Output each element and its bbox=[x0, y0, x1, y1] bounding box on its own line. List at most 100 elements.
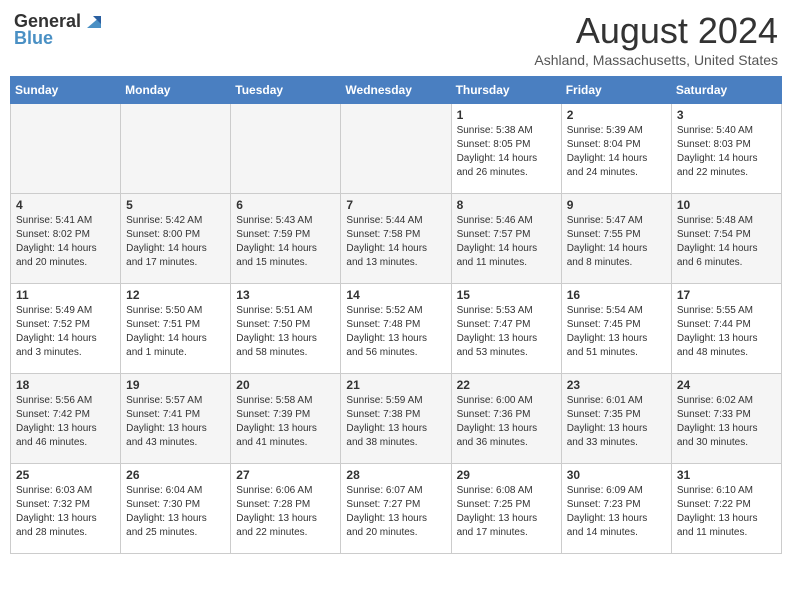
calendar-cell: 4Sunrise: 5:41 AMSunset: 8:02 PMDaylight… bbox=[11, 194, 121, 284]
day-number: 29 bbox=[457, 468, 556, 482]
calendar-cell: 29 Sunrise: 6:08 AMSunset: 7:25 PMDayligh… bbox=[451, 464, 561, 554]
page-header: General Blue August 2024 Ashland, Massac… bbox=[10, 10, 782, 68]
calendar-cell bbox=[11, 104, 121, 194]
day-info: Sunrise: 5:44 AMSunset: 7:58 PMDaylight:… bbox=[346, 214, 445, 270]
calendar-cell: 15 Sunrise: 5:53 AMSunset: 7:47 PMDayligh… bbox=[451, 284, 561, 374]
day-info: Sunrise: 5:53 AMSunset: 7:47 PMDaylight:… bbox=[457, 304, 556, 360]
day-info: Sunrise: 5:58 AMSunset: 7:39 PMDaylight:… bbox=[236, 394, 335, 450]
day-info: Sunrise: 6:07 AMSunset: 7:27 PMDaylight:… bbox=[346, 484, 445, 540]
calendar-cell: 24Sunrise: 6:02 AMSunset: 7:33 PMDayligh… bbox=[671, 374, 781, 464]
day-info: Sunrise: 6:09 AMSunset: 7:23 PMDaylight:… bbox=[567, 484, 666, 540]
logo-icon bbox=[83, 10, 105, 32]
day-info: Sunrise: 5:46 AMSunset: 7:57 PMDaylight:… bbox=[457, 214, 556, 270]
day-info: Sunrise: 5:38 AMSunset: 8:05 PMDaylight:… bbox=[457, 124, 556, 180]
day-info: Sunrise: 5:41 AMSunset: 8:02 PMDaylight:… bbox=[16, 214, 115, 270]
day-number: 17 bbox=[677, 288, 776, 302]
calendar-cell: 8 Sunrise: 5:46 AMSunset: 7:57 PMDaylight… bbox=[451, 194, 561, 284]
weekday-header-wednesday: Wednesday bbox=[341, 77, 451, 104]
day-number: 15 bbox=[457, 288, 556, 302]
calendar-cell: 25Sunrise: 6:03 AMSunset: 7:32 PMDayligh… bbox=[11, 464, 121, 554]
calendar-cell: 2 Sunrise: 5:39 AMSunset: 8:04 PMDaylight… bbox=[561, 104, 671, 194]
weekday-header-tuesday: Tuesday bbox=[231, 77, 341, 104]
day-info: Sunrise: 5:42 AMSunset: 8:00 PMDaylight:… bbox=[126, 214, 225, 270]
day-number: 22 bbox=[457, 378, 556, 392]
day-info: Sunrise: 6:06 AMSunset: 7:28 PMDaylight:… bbox=[236, 484, 335, 540]
day-number: 26 bbox=[126, 468, 225, 482]
weekday-header-saturday: Saturday bbox=[671, 77, 781, 104]
calendar-cell: 19 Sunrise: 5:57 AMSunset: 7:41 PMDayligh… bbox=[121, 374, 231, 464]
weekday-header-thursday: Thursday bbox=[451, 77, 561, 104]
calendar-cell: 1Sunrise: 5:38 AMSunset: 8:05 PMDaylight… bbox=[451, 104, 561, 194]
day-info: Sunrise: 5:51 AMSunset: 7:50 PMDaylight:… bbox=[236, 304, 335, 360]
calendar-table: SundayMondayTuesdayWednesdayThursdayFrid… bbox=[10, 76, 782, 554]
calendar-cell: 16 Sunrise: 5:54 AMSunset: 7:45 PMDayligh… bbox=[561, 284, 671, 374]
day-info: Sunrise: 5:59 AMSunset: 7:38 PMDaylight:… bbox=[346, 394, 445, 450]
day-info: Sunrise: 5:52 AMSunset: 7:48 PMDaylight:… bbox=[346, 304, 445, 360]
day-number: 7 bbox=[346, 198, 445, 212]
day-number: 13 bbox=[236, 288, 335, 302]
day-info: Sunrise: 6:10 AMSunset: 7:22 PMDaylight:… bbox=[677, 484, 776, 540]
day-number: 2 bbox=[567, 108, 666, 122]
title-area: August 2024 Ashland, Massachusetts, Unit… bbox=[534, 10, 778, 68]
day-number: 28 bbox=[346, 468, 445, 482]
day-info: Sunrise: 5:56 AMSunset: 7:42 PMDaylight:… bbox=[16, 394, 115, 450]
calendar-week-row: 25Sunrise: 6:03 AMSunset: 7:32 PMDayligh… bbox=[11, 464, 782, 554]
day-info: Sunrise: 5:39 AMSunset: 8:04 PMDaylight:… bbox=[567, 124, 666, 180]
calendar-cell: 6Sunrise: 5:43 AMSunset: 7:59 PMDaylight… bbox=[231, 194, 341, 284]
calendar-cell: 12 Sunrise: 5:50 AMSunset: 7:51 PMDayligh… bbox=[121, 284, 231, 374]
day-number: 23 bbox=[567, 378, 666, 392]
day-info: Sunrise: 5:50 AMSunset: 7:51 PMDaylight:… bbox=[126, 304, 225, 360]
weekday-header-row: SundayMondayTuesdayWednesdayThursdayFrid… bbox=[11, 77, 782, 104]
day-info: Sunrise: 6:01 AMSunset: 7:35 PMDaylight:… bbox=[567, 394, 666, 450]
calendar-cell: 23 Sunrise: 6:01 AMSunset: 7:35 PMDayligh… bbox=[561, 374, 671, 464]
calendar-cell: 18 Sunrise: 5:56 AMSunset: 7:42 PMDayligh… bbox=[11, 374, 121, 464]
weekday-header-monday: Monday bbox=[121, 77, 231, 104]
day-info: Sunrise: 6:04 AMSunset: 7:30 PMDaylight:… bbox=[126, 484, 225, 540]
day-number: 5 bbox=[126, 198, 225, 212]
calendar-cell bbox=[231, 104, 341, 194]
day-number: 30 bbox=[567, 468, 666, 482]
calendar-cell: 31 Sunrise: 6:10 AMSunset: 7:22 PMDayligh… bbox=[671, 464, 781, 554]
calendar-cell: 22Sunrise: 6:00 AMSunset: 7:36 PMDayligh… bbox=[451, 374, 561, 464]
day-number: 31 bbox=[677, 468, 776, 482]
day-number: 27 bbox=[236, 468, 335, 482]
day-number: 3 bbox=[677, 108, 776, 122]
logo-blue-text: Blue bbox=[14, 28, 53, 49]
calendar-cell: 26 Sunrise: 6:04 AMSunset: 7:30 PMDayligh… bbox=[121, 464, 231, 554]
calendar-cell: 28 Sunrise: 6:07 AMSunset: 7:27 PMDayligh… bbox=[341, 464, 451, 554]
calendar-cell: 27 Sunrise: 6:06 AMSunset: 7:28 PMDayligh… bbox=[231, 464, 341, 554]
day-number: 24 bbox=[677, 378, 776, 392]
day-info: Sunrise: 5:47 AMSunset: 7:55 PMDaylight:… bbox=[567, 214, 666, 270]
day-number: 9 bbox=[567, 198, 666, 212]
day-number: 21 bbox=[346, 378, 445, 392]
day-info: Sunrise: 5:54 AMSunset: 7:45 PMDaylight:… bbox=[567, 304, 666, 360]
calendar-week-row: 4Sunrise: 5:41 AMSunset: 8:02 PMDaylight… bbox=[11, 194, 782, 284]
calendar-cell bbox=[341, 104, 451, 194]
day-info: Sunrise: 6:08 AMSunset: 7:25 PMDaylight:… bbox=[457, 484, 556, 540]
calendar-cell: 3 Sunrise: 5:40 AMSunset: 8:03 PMDaylight… bbox=[671, 104, 781, 194]
day-number: 18 bbox=[16, 378, 115, 392]
day-number: 11 bbox=[16, 288, 115, 302]
day-info: Sunrise: 5:40 AMSunset: 8:03 PMDaylight:… bbox=[677, 124, 776, 180]
calendar-cell: 17 Sunrise: 5:55 AMSunset: 7:44 PMDayligh… bbox=[671, 284, 781, 374]
day-info: Sunrise: 5:57 AMSunset: 7:41 PMDaylight:… bbox=[126, 394, 225, 450]
calendar-cell: 21 Sunrise: 5:59 AMSunset: 7:38 PMDayligh… bbox=[341, 374, 451, 464]
day-number: 19 bbox=[126, 378, 225, 392]
day-info: Sunrise: 5:43 AMSunset: 7:59 PMDaylight:… bbox=[236, 214, 335, 270]
day-number: 10 bbox=[677, 198, 776, 212]
day-number: 14 bbox=[346, 288, 445, 302]
calendar-cell: 9 Sunrise: 5:47 AMSunset: 7:55 PMDaylight… bbox=[561, 194, 671, 284]
calendar-week-row: 18 Sunrise: 5:56 AMSunset: 7:42 PMDayligh… bbox=[11, 374, 782, 464]
day-number: 16 bbox=[567, 288, 666, 302]
location-title: Ashland, Massachusetts, United States bbox=[534, 52, 778, 68]
calendar-week-row: 11 Sunrise: 5:49 AMSunset: 7:52 PMDayligh… bbox=[11, 284, 782, 374]
day-info: Sunrise: 5:49 AMSunset: 7:52 PMDaylight:… bbox=[16, 304, 115, 360]
calendar-cell bbox=[121, 104, 231, 194]
day-info: Sunrise: 5:55 AMSunset: 7:44 PMDaylight:… bbox=[677, 304, 776, 360]
day-number: 8 bbox=[457, 198, 556, 212]
calendar-cell: 14 Sunrise: 5:52 AMSunset: 7:48 PMDayligh… bbox=[341, 284, 451, 374]
calendar-cell: 20Sunrise: 5:58 AMSunset: 7:39 PMDayligh… bbox=[231, 374, 341, 464]
day-number: 25 bbox=[16, 468, 115, 482]
day-number: 12 bbox=[126, 288, 225, 302]
calendar-cell: 10Sunrise: 5:48 AMSunset: 7:54 PMDayligh… bbox=[671, 194, 781, 284]
